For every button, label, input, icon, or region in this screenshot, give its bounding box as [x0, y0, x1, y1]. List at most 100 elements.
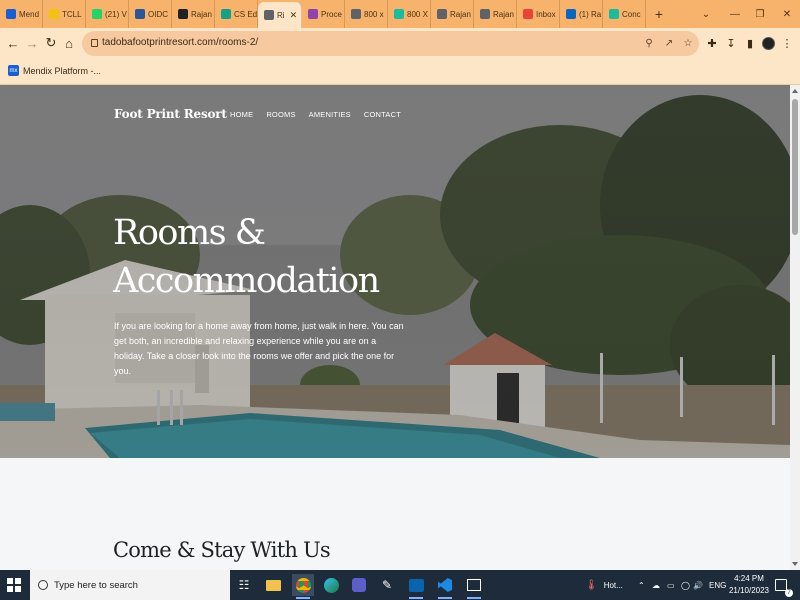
- tab-favicon-icon: [221, 9, 231, 19]
- tab-label: 800 X: [407, 9, 428, 19]
- close-window-button[interactable]: ✕: [774, 0, 800, 28]
- browser-tab[interactable]: Mend: [0, 0, 43, 28]
- browser-tab[interactable]: 800 X: [388, 0, 431, 28]
- forward-arrow-icon[interactable]: →: [22, 33, 42, 53]
- browser-toolbar: ← → ↻ ⌂ tadobafootprintresort.com/rooms-…: [0, 28, 800, 59]
- tab-label: 800 x: [364, 9, 384, 19]
- onedrive-icon[interactable]: ☁: [652, 570, 660, 600]
- browser-tab[interactable]: 800 x: [345, 0, 388, 28]
- tab-favicon-icon: [351, 9, 361, 19]
- download-icon[interactable]: ↧: [722, 34, 740, 52]
- search-placeholder: Type here to search: [54, 579, 138, 591]
- windows-start-icon[interactable]: [7, 578, 21, 592]
- bookmark-mendix[interactable]: mx Mendix Platform -...: [8, 65, 101, 76]
- windows-taskbar: Type here to search ☷ ✎ 🌡 Hot... ⌃ ☁ ▭ ◯…: [0, 570, 800, 600]
- tab-search-dropdown[interactable]: ⌄: [693, 0, 719, 28]
- url-text[interactable]: tadobafootprintresort.com/rooms-2/: [102, 37, 258, 48]
- tab-label: Rajan: [493, 9, 514, 19]
- tab-favicon-icon: [92, 9, 102, 19]
- browser-tab[interactable]: TCLL: [43, 0, 86, 28]
- tab-label: Ri: [277, 10, 285, 20]
- tab-label: Conc: [622, 9, 641, 19]
- teams-icon[interactable]: [348, 574, 370, 596]
- new-tab-button[interactable]: +: [646, 0, 672, 28]
- nav-contact[interactable]: CONTACT: [364, 110, 401, 119]
- search-icon: [38, 580, 48, 590]
- tab-favicon-icon: [523, 9, 533, 19]
- browser-tab[interactable]: Rajan: [172, 0, 215, 28]
- show-hidden-icons[interactable]: ⌃: [638, 570, 645, 600]
- notification-center-icon[interactable]: 7: [775, 570, 793, 600]
- bookmark-star-icon[interactable]: ☆: [681, 36, 695, 50]
- hero-title-line2: Accommodation: [113, 261, 380, 301]
- lock-icon[interactable]: [91, 39, 98, 47]
- minimize-button[interactable]: —: [722, 0, 748, 28]
- page-scrollbar[interactable]: [790, 85, 800, 570]
- tab-favicon-icon: [308, 9, 318, 19]
- nav-rooms[interactable]: ROOMS: [266, 110, 295, 119]
- tab-favicon-icon: [480, 9, 490, 19]
- browser-tab[interactable]: (21) V: [86, 0, 129, 28]
- file-explorer-icon[interactable]: [262, 574, 284, 596]
- site-logo[interactable]: Foot Print Resort: [114, 107, 227, 121]
- nav-amenities[interactable]: AMENITIES: [309, 110, 351, 119]
- bookmark-label: Mendix Platform -...: [23, 65, 102, 76]
- browser-tab[interactable]: (1) Ra: [560, 0, 603, 28]
- browser-tab[interactable]: Conc: [603, 0, 646, 28]
- pen-app-icon[interactable]: ✎: [376, 574, 398, 596]
- back-arrow-icon[interactable]: ←: [3, 33, 23, 53]
- reload-icon[interactable]: ↻: [41, 33, 61, 53]
- browser-tab[interactable]: Inbox: [517, 0, 560, 28]
- tab-favicon-icon: [6, 9, 16, 19]
- site-nav: HOME ROOMS AMENITIES CONTACT: [230, 110, 401, 119]
- tab-active[interactable]: Ri ✕: [258, 2, 302, 28]
- nav-home[interactable]: HOME: [230, 110, 253, 119]
- page-viewport: Foot Print Resort HOME ROOMS AMENITIES C…: [0, 85, 800, 570]
- clock-time: 4:24 PM: [734, 574, 764, 583]
- zoom-icon[interactable]: ⚲: [642, 36, 656, 50]
- tab-favicon-icon: [135, 9, 145, 19]
- tab-label: Proce: [321, 9, 342, 19]
- chrome-icon[interactable]: [292, 574, 314, 599]
- home-icon[interactable]: ⌂: [59, 33, 79, 53]
- volume-icon[interactable]: 🔊: [693, 570, 703, 600]
- tab-favicon-icon: [566, 9, 576, 19]
- notification-count: 7: [785, 589, 793, 597]
- side-panel-icon[interactable]: ▮: [741, 34, 759, 52]
- close-tab-icon[interactable]: ✕: [290, 10, 298, 21]
- browser-tab[interactable]: Rajan: [431, 0, 474, 28]
- tab-label: (1) Ra: [579, 9, 602, 19]
- tab-label: CS Ed: [234, 9, 258, 19]
- menu-kebab-icon[interactable]: ⋮: [778, 34, 796, 52]
- extensions-puzzle-icon[interactable]: ✚: [703, 34, 721, 52]
- section-title: Come & Stay With Us: [113, 538, 331, 562]
- language-indicator[interactable]: ENG: [709, 570, 726, 600]
- network-icon[interactable]: ◯: [681, 570, 690, 600]
- system-clock[interactable]: 4:24 PM 21/10/2023: [727, 573, 771, 597]
- profile-avatar[interactable]: [759, 34, 777, 52]
- browser-tab[interactable]: Rajan: [474, 0, 517, 28]
- scroll-up-arrow-icon[interactable]: [792, 89, 798, 93]
- tab-label: TCLL: [62, 9, 82, 19]
- task-view-icon[interactable]: ☷: [233, 574, 255, 596]
- battery-icon[interactable]: ▭: [667, 570, 675, 600]
- taskbar-search-box[interactable]: Type here to search: [30, 570, 230, 600]
- tab-favicon-icon: [178, 9, 188, 19]
- share-icon[interactable]: ↗: [662, 36, 676, 50]
- scroll-down-arrow-icon[interactable]: [792, 562, 798, 566]
- browser-tab[interactable]: OIDC: [129, 0, 172, 28]
- restore-button[interactable]: ❐: [747, 0, 773, 28]
- photos-icon[interactable]: [463, 574, 485, 599]
- vscode-icon[interactable]: [434, 574, 456, 599]
- outlook-icon[interactable]: [405, 574, 427, 599]
- mendix-icon: mx: [8, 65, 19, 76]
- tab-label: OIDC: [148, 9, 168, 19]
- hero-title: Rooms & Accommodation: [113, 209, 413, 305]
- address-bar[interactable]: tadobafootprintresort.com/rooms-2/ ⚲ ↗ ☆: [82, 31, 699, 56]
- browser-tab[interactable]: Proce: [302, 0, 345, 28]
- scrollbar-thumb[interactable]: [792, 99, 798, 235]
- weather-label: Hot...: [603, 580, 623, 590]
- weather-widget[interactable]: 🌡 Hot...: [585, 570, 623, 600]
- browser-tab[interactable]: CS Ed: [215, 0, 258, 28]
- edge-icon[interactable]: [320, 574, 342, 596]
